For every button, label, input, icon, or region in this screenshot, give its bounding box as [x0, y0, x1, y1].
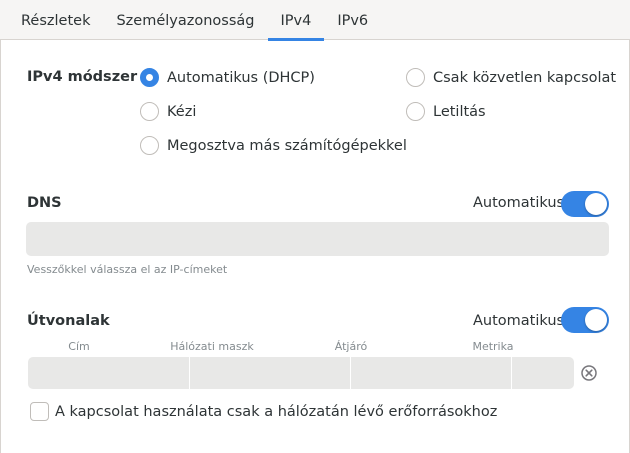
radio-label: Csak közvetlen kapcsolat [433, 69, 617, 86]
tab-ipv6[interactable]: IPv6 [324, 0, 381, 40]
route-gateway-input[interactable] [351, 357, 511, 389]
dns-label: DNS [27, 195, 62, 211]
radio-checked-icon [140, 68, 159, 87]
radio-unchecked-icon [406, 68, 425, 87]
routes-automatic-switch[interactable] [561, 307, 609, 333]
local-only-label: A kapcsolat használata csak a hálózatán … [55, 403, 498, 420]
radio-unchecked-icon [406, 102, 425, 121]
tab-bar: Részletek Személyazonosság IPv4 IPv6 [0, 0, 630, 41]
radio-disabled[interactable]: Letiltás [406, 102, 486, 121]
delete-circle-icon [581, 365, 597, 381]
checkbox-unchecked[interactable] [30, 402, 49, 421]
dns-automatic-label: Automatikus [473, 195, 565, 211]
local-only-checkbox-row[interactable]: A kapcsolat használata csak a hálózatán … [30, 402, 497, 421]
radio-link-local[interactable]: Csak közvetlen kapcsolat [406, 68, 616, 87]
switch-knob [585, 309, 607, 331]
dns-hint: Vesszőkkel válassza el az IP-címeket [27, 263, 228, 276]
radio-unchecked-icon [140, 102, 159, 121]
column-header-gateway: Átjáró [334, 340, 368, 353]
dns-input[interactable] [26, 222, 609, 256]
routes-label: Útvonalak [27, 313, 110, 329]
switch-knob [585, 193, 607, 215]
routes-automatic-label: Automatikus [473, 313, 565, 329]
radio-unchecked-icon [140, 136, 159, 155]
radio-manual[interactable]: Kézi [140, 102, 196, 121]
radio-shared[interactable]: Megosztva más számítógépekkel [140, 136, 407, 155]
radio-label: Letiltás [433, 103, 486, 120]
tab-ipv4[interactable]: IPv4 [267, 0, 325, 41]
tab-details[interactable]: Részletek [8, 0, 103, 40]
route-address-input[interactable] [28, 357, 189, 389]
radio-label: Megosztva más számítógépekkel [167, 137, 407, 154]
route-netmask-input[interactable] [190, 357, 350, 389]
column-header-address: Cím [68, 340, 90, 353]
ipv4-method-label: IPv4 módszer [27, 69, 138, 85]
column-header-netmask: Hálózati maszk [170, 340, 254, 353]
route-metric-input[interactable] [512, 357, 574, 389]
column-header-metric: Metrika [472, 340, 514, 353]
radio-label: Kézi [167, 103, 197, 120]
radio-label: Automatikus (DHCP) [167, 69, 315, 86]
delete-route-button[interactable] [580, 364, 598, 382]
tab-identity[interactable]: Személyazonosság [103, 0, 267, 40]
radio-automatic-dhcp[interactable]: Automatikus (DHCP) [140, 68, 315, 87]
dns-automatic-switch[interactable] [561, 191, 609, 217]
